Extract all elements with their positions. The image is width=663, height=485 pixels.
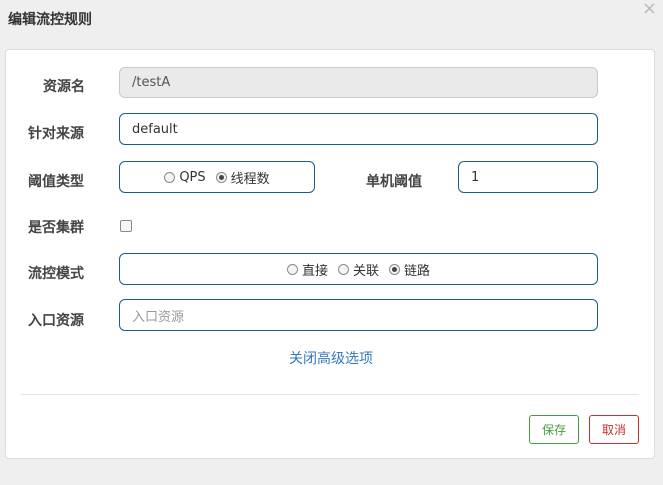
resource-label: 资源名	[43, 79, 85, 95]
radio-direct[interactable]: 直接	[286, 260, 328, 279]
radio-qps[interactable]: QPS	[164, 169, 206, 185]
radio-chain-label: 链路	[404, 263, 431, 279]
radio-thread-count[interactable]: 线程数	[215, 168, 270, 187]
radio-chain[interactable]: 链路	[389, 260, 430, 279]
limit-app-value: default	[132, 121, 178, 137]
cluster-mode-checkbox[interactable]	[120, 220, 132, 232]
radio-relate-circle[interactable]	[337, 263, 349, 275]
threshold-type-radio-group: QPS 线程数	[119, 161, 315, 193]
single-threshold-input[interactable]: 1	[458, 161, 598, 193]
single-threshold-label: 单机阈值	[366, 174, 422, 190]
resource-value: /testA	[132, 75, 171, 90]
cluster-mode-label: 是否集群	[28, 220, 84, 236]
footer-divider	[21, 394, 639, 395]
resource-input: /testA	[119, 67, 598, 98]
radio-chain-circle[interactable]	[389, 263, 400, 275]
entry-resource-label: 入口资源	[28, 313, 84, 329]
close-icon[interactable]: ×	[642, 0, 657, 18]
radio-direct-label: 直接	[301, 263, 328, 279]
dialog-title: 编辑流控规则	[8, 12, 92, 28]
radio-relate-label: 关联	[352, 263, 379, 279]
radio-qps-circle[interactable]	[164, 171, 176, 183]
rule-form-panel: 资源名 /testA 针对来源 default 阈值类型 QPS 线程数 单机阈…	[5, 49, 655, 459]
radio-qps-label: QPS	[179, 169, 206, 185]
limit-app-input[interactable]: default	[119, 113, 598, 145]
radio-direct-circle[interactable]	[286, 263, 298, 275]
control-mode-radio-group: 直接 关联 链路	[119, 253, 598, 285]
limit-app-label: 针对来源	[28, 126, 84, 142]
entry-resource-input[interactable]: 入口资源	[119, 299, 598, 331]
save-button[interactable]: 保存	[529, 415, 579, 444]
radio-relate[interactable]: 关联	[337, 260, 379, 279]
radio-thread-count-label: 线程数	[230, 171, 270, 187]
advanced-options-toggle[interactable]: 关闭高级选项	[6, 348, 656, 368]
control-mode-label: 流控模式	[28, 266, 84, 282]
cancel-button[interactable]: 取消	[589, 415, 639, 444]
single-threshold-value: 1	[471, 169, 480, 185]
threshold-type-label: 阈值类型	[28, 174, 84, 190]
radio-thread-count-circle[interactable]	[215, 171, 227, 183]
entry-resource-placeholder: 入口资源	[132, 309, 185, 325]
